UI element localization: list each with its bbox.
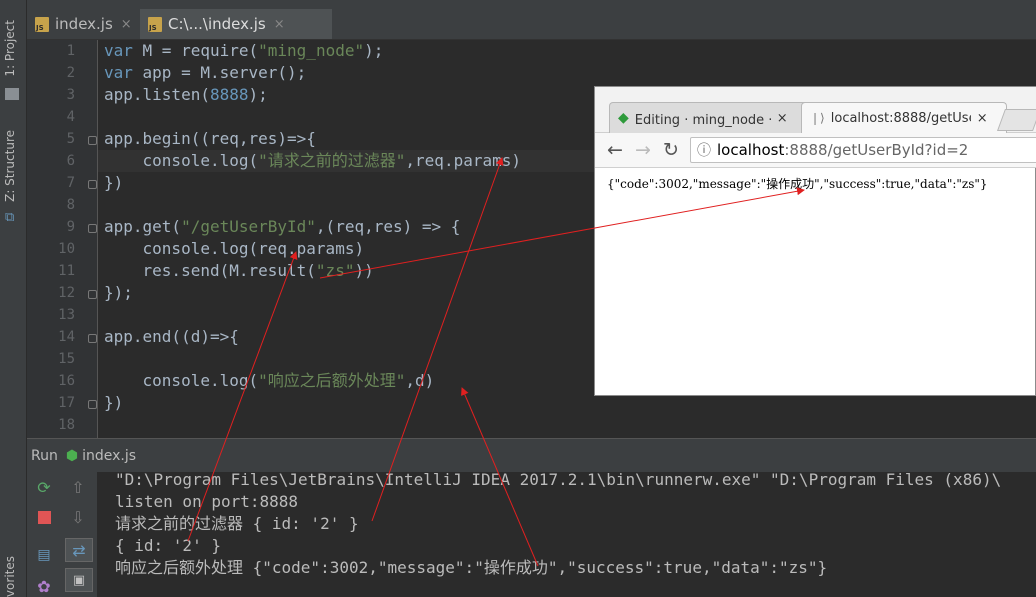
response-body: {"code":3002,"message":"操作成功","success":… xyxy=(607,177,988,191)
code-line-6: console.log("请求之前的过滤器",req.params) xyxy=(104,151,521,170)
stop-icon[interactable] xyxy=(31,506,57,528)
address-host: localhost xyxy=(717,141,785,159)
fold-marker[interactable] xyxy=(88,136,97,145)
page-icon: ❘⟩ xyxy=(810,111,825,125)
line-number: 3 xyxy=(66,87,75,103)
settings-icon[interactable]: ✿ xyxy=(31,575,57,597)
leaf-icon: ◆ xyxy=(618,110,629,126)
tab-full-path-index-js[interactable]: C:\...\index.js × xyxy=(140,9,332,39)
structure-icon: ⧉ xyxy=(5,210,15,225)
code-line-14: app.end((d)=>{ xyxy=(104,327,239,346)
js-file-icon xyxy=(148,16,162,32)
fold-marker[interactable] xyxy=(88,334,97,343)
structure-tool-tab[interactable]: Z: Structure xyxy=(3,130,17,202)
run-panel-header: Run ⬢ index.js xyxy=(27,438,1036,473)
console-line: "D:\Program Files\JetBrains\IntelliJ IDE… xyxy=(115,470,1002,489)
code-line-2: var app = M.server(); xyxy=(104,63,307,82)
browser-tab-localhost[interactable]: ❘⟩ localhost:8888/getUse × xyxy=(801,102,1007,133)
line-number: 13 xyxy=(58,307,75,323)
code-line-10: console.log(req.params) xyxy=(104,239,365,258)
line-number: 2 xyxy=(66,65,75,81)
fold-marker[interactable] xyxy=(88,224,97,233)
address-bar[interactable]: ⓘ localhost:8888/getUserById?id=2 xyxy=(690,137,1036,163)
fold-marker[interactable] xyxy=(88,400,97,409)
line-number: 12 xyxy=(58,285,75,301)
rerun-icon[interactable]: ⟳ xyxy=(31,476,57,498)
close-icon[interactable]: × xyxy=(777,111,788,126)
reload-icon[interactable]: ↻ xyxy=(663,139,679,161)
close-icon[interactable]: × xyxy=(977,111,988,126)
console-line: { id: '2' } xyxy=(115,536,221,555)
browser-window: ◆ Editing · ming_node · 语 × ❘⟩ localhost… xyxy=(594,86,1036,396)
editor-tab-bar: index.js × C:\...\index.js × xyxy=(27,9,1036,40)
favorites-tool-tab[interactable]: vorites xyxy=(3,556,17,597)
fold-marker[interactable] xyxy=(88,290,97,299)
folder-icon xyxy=(5,88,19,100)
code-line-11: res.send(M.result("zs")) xyxy=(104,261,374,280)
console-line: 请求之前的过滤器 { id: '2' } xyxy=(115,514,359,533)
line-number: 9 xyxy=(66,219,75,235)
line-number: 4 xyxy=(66,109,75,125)
code-line-17: }) xyxy=(104,393,124,412)
code-line-12: }); xyxy=(104,283,133,302)
layout-icon[interactable]: ▤ xyxy=(31,544,57,566)
browser-tab-strip: ◆ Editing · ming_node · 语 × ❘⟩ localhost… xyxy=(595,87,1036,133)
project-tool-tab[interactable]: 1: Project xyxy=(3,20,17,77)
tab-label: index.js xyxy=(55,15,113,33)
left-tool-strip: 1: Project Z: Structure ⧉ vorites xyxy=(0,0,27,597)
run-label: Run xyxy=(31,447,58,464)
line-number: 8 xyxy=(66,197,75,213)
code-line-7: }) xyxy=(104,173,124,192)
line-number: 11 xyxy=(58,263,75,279)
browser-tab-editing[interactable]: ◆ Editing · ming_node · 语 × xyxy=(609,102,809,133)
code-line-1: var M = require("ming_node"); xyxy=(104,41,384,60)
line-number: 1 xyxy=(66,43,75,59)
close-icon[interactable]: × xyxy=(274,17,285,32)
scroll-to-end-icon[interactable]: ▣ xyxy=(65,568,93,592)
line-number: 14 xyxy=(58,329,75,345)
line-number: 17 xyxy=(58,395,75,411)
code-line-3: app.listen(8888); xyxy=(104,85,268,104)
tab-label: C:\...\index.js xyxy=(168,15,266,33)
info-icon: ⓘ xyxy=(697,143,711,159)
title-strip xyxy=(27,0,1036,9)
line-number: 15 xyxy=(58,351,75,367)
code-line-16: console.log("响应之后额外处理",d) xyxy=(104,371,435,390)
js-file-icon xyxy=(35,16,49,32)
up-arrow-icon[interactable]: ⇧ xyxy=(65,476,91,498)
console-line: 响应之后额外处理 {"code":3002,"message":"操作成功","… xyxy=(115,558,828,577)
back-icon[interactable]: ← xyxy=(607,139,623,161)
browser-tab-label: Editing · ming_node · 语 xyxy=(634,112,773,128)
line-number-gutter: 1 2 3 4 5 6 7 8 9 10 11 12 13 14 15 16 1… xyxy=(27,40,98,438)
address-path: :8888/getUserById?id=2 xyxy=(784,141,969,159)
run-toolbar: ⟳ ⇧ ⇩ ▤ ⇄ ▣ ✿ xyxy=(27,472,98,597)
new-tab-button[interactable] xyxy=(996,109,1036,131)
console-line: listen on port:8888 xyxy=(115,492,299,511)
code-line-9: app.get("/getUserById",(req,res) => { xyxy=(104,217,461,236)
nodejs-icon: ⬢ xyxy=(65,447,79,464)
line-number: 6 xyxy=(66,153,75,169)
line-number: 5 xyxy=(66,131,75,147)
soft-wrap-icon[interactable]: ⇄ xyxy=(65,538,93,562)
tab-index-js[interactable]: index.js × xyxy=(27,9,147,39)
code-line-5: app.begin((req,res)=>{ xyxy=(104,129,316,148)
line-number: 18 xyxy=(58,417,75,433)
browser-tab-label: localhost:8888/getUse xyxy=(830,110,971,126)
run-config-name[interactable]: index.js xyxy=(82,448,136,464)
line-number: 7 xyxy=(66,175,75,191)
browser-toolbar: ← → ↻ ⓘ localhost:8888/getUserById?id=2 xyxy=(595,133,1036,168)
fold-marker[interactable] xyxy=(88,180,97,189)
line-number: 16 xyxy=(58,373,75,389)
close-icon[interactable]: × xyxy=(121,17,132,32)
line-number: 10 xyxy=(58,241,75,257)
down-arrow-icon[interactable]: ⇩ xyxy=(65,506,91,528)
forward-icon[interactable]: → xyxy=(635,139,651,161)
